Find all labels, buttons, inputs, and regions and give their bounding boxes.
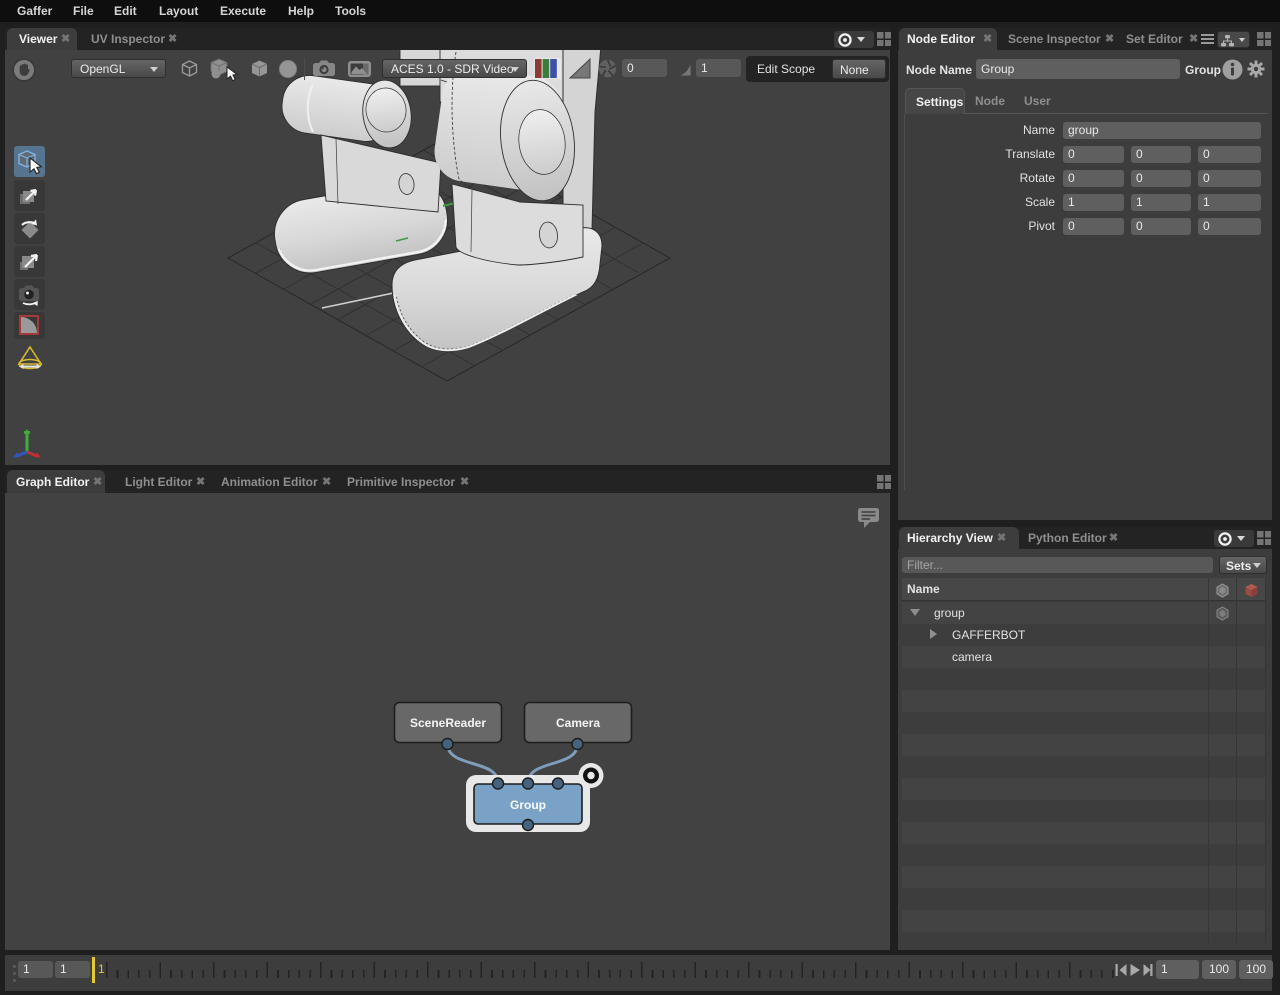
svg-text:SceneReader: SceneReader [410, 716, 486, 730]
svg-text:Camera: Camera [556, 716, 600, 730]
svg-text:Group: Group [510, 798, 546, 812]
